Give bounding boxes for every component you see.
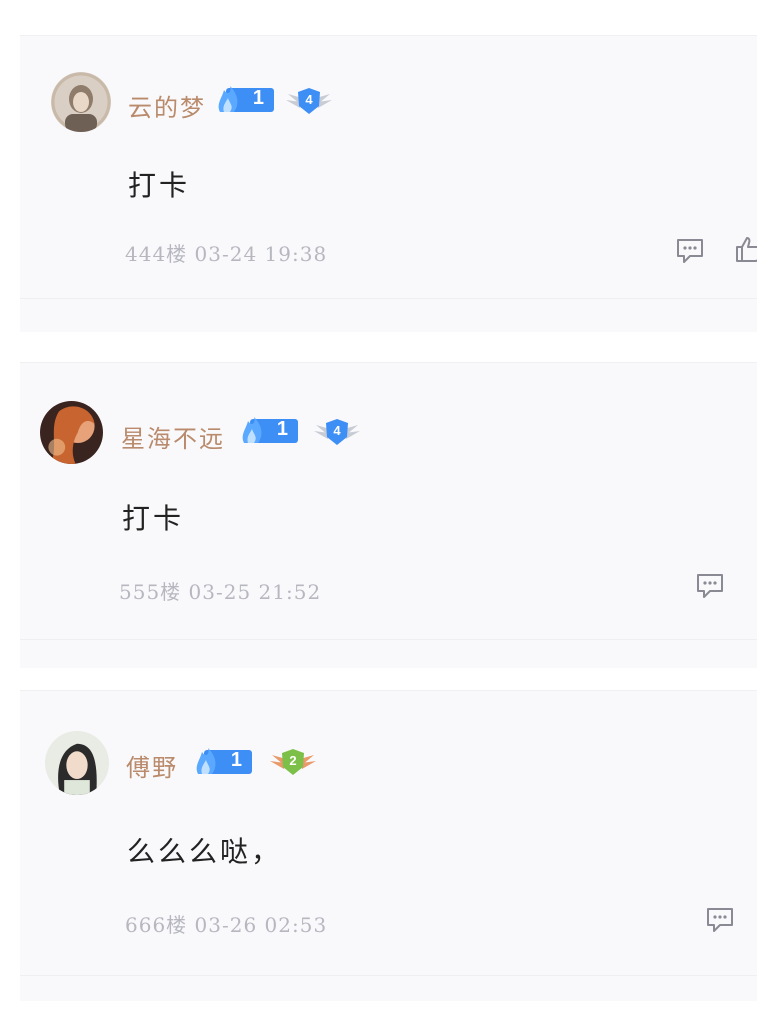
username[interactable]: 云的梦 xyxy=(128,88,206,123)
comment-card[interactable]: 星海不远 1 4 打卡 555楼 03-25 21:52 xyxy=(20,362,757,668)
floor-timestamp: 666楼 03-26 02:53 xyxy=(125,913,328,937)
divider xyxy=(20,975,757,976)
comment-icon[interactable] xyxy=(676,237,704,265)
fire-level-badge: 1 xyxy=(194,748,252,776)
thumbs-up-icon[interactable] xyxy=(735,235,757,263)
comment-text: 么么么哒， xyxy=(127,835,283,868)
comment-card[interactable]: 傅野 1 2 么么么哒， 666楼 03-26 02:53 xyxy=(20,690,757,1001)
comment-text: 打卡 xyxy=(122,502,185,535)
avatar[interactable] xyxy=(45,731,109,795)
avatar[interactable] xyxy=(51,72,111,132)
rank-badge: 4 xyxy=(314,417,360,449)
rank-badge: 4 xyxy=(286,86,332,118)
floor-timestamp: 555楼 03-25 21:52 xyxy=(119,580,322,604)
fire-level-badge: 1 xyxy=(216,86,274,114)
comment-text: 打卡 xyxy=(128,169,191,202)
fire-level-badge: 1 xyxy=(240,417,298,445)
rank-level-number: 4 xyxy=(333,423,341,438)
username[interactable]: 星海不远 xyxy=(121,419,225,454)
comment-icon[interactable] xyxy=(706,906,734,934)
rank-level-number: 2 xyxy=(289,753,297,768)
floor-timestamp: 444楼 03-24 19:38 xyxy=(125,242,328,266)
divider xyxy=(20,298,757,299)
comment-card[interactable]: 云的梦 1 4 打卡 444楼 03-24 19:38 xyxy=(20,35,757,332)
rank-level-number: 4 xyxy=(305,92,313,107)
fire-level-number: 1 xyxy=(230,749,242,771)
avatar[interactable] xyxy=(40,401,103,464)
rank-badge: 2 xyxy=(270,747,316,779)
comment-icon[interactable] xyxy=(696,572,724,600)
fire-level-number: 1 xyxy=(276,418,288,440)
fire-level-number: 1 xyxy=(252,87,264,109)
username[interactable]: 傅野 xyxy=(126,748,178,783)
divider xyxy=(20,639,757,640)
